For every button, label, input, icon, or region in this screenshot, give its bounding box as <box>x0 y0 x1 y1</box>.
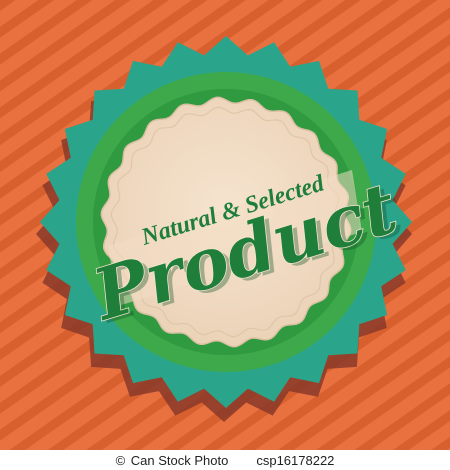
credit-bar: © Can Stock Photo csp16178222 <box>0 450 450 470</box>
image-code: csp16178222 <box>256 452 335 468</box>
credit-source-group: © Can Stock Photo <box>116 453 229 468</box>
badge-artwork: Natural & Selected Product Product <box>0 0 450 450</box>
badge-graphic: Natural & Selected Product Product <box>0 0 450 450</box>
credit-source: Can Stock Photo <box>130 452 229 468</box>
copyright-icon: © <box>115 452 126 468</box>
